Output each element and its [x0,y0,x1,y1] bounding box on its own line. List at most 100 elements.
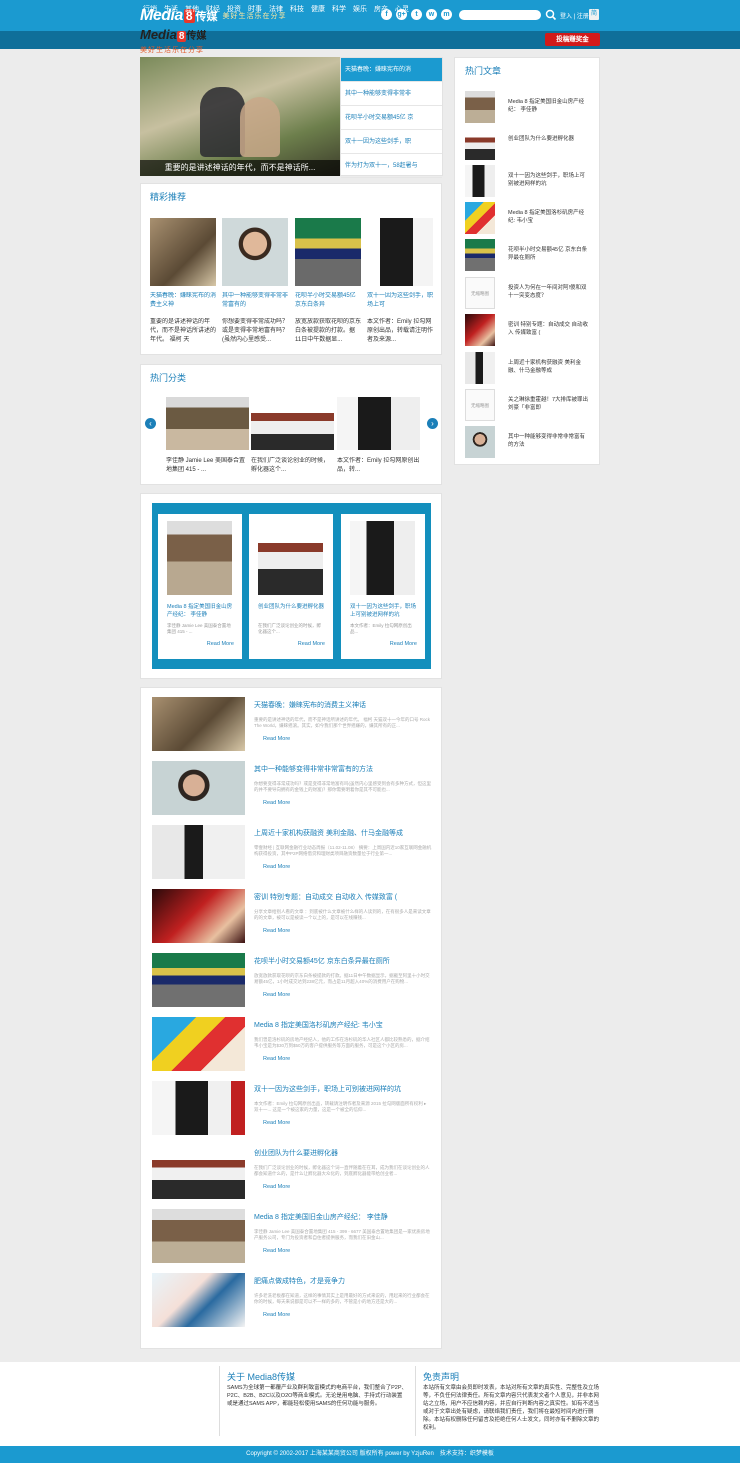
article-item[interactable]: 肥痛点做成特色，才是竞争力 许多老洗老板都在知道，这样的事情其实上是用最好的方式… [152,1273,432,1327]
recommend-image[interactable] [367,218,433,286]
hot-article-item[interactable]: 密训 特别专题：自动成交 自动收入 传媒致富 ( [465,314,590,346]
article-image[interactable] [152,697,245,751]
slider-list-item[interactable]: 伴为打为双十一，58赶暑与 [341,154,442,178]
card-title[interactable]: Media 8 指定美国旧金山房产经纪： 李佳静 [167,603,234,619]
article-image[interactable] [152,889,245,943]
hot-article-image[interactable] [465,202,495,234]
article-title[interactable]: 密训 特别专题：自动成交 自动收入 传媒致富 ( [254,892,432,902]
hot-article-title[interactable]: 上周近十家机构获融资 美利金融、什马金融等成 [508,359,590,375]
read-more-link[interactable]: Read More [390,641,417,647]
article-item[interactable]: 上周近十家机构获融资 美利金融、什马金融等成 零壹财经 | 互联网金融行业动态周… [152,825,432,879]
article-image[interactable] [152,1273,245,1327]
recommend-item[interactable]: 花呗半小时交易额45亿 京东白条异 放宽放款获取花呗的京东白条被提款的打款。据1… [295,218,361,345]
hot-article-image[interactable] [465,314,495,346]
article-title[interactable]: 创业团队为什么要进孵化器 [254,1148,432,1158]
nav-item[interactable]: 科技 [290,4,304,14]
nav-item[interactable]: 健康 [311,4,325,14]
recommend-item-title[interactable]: 天猫春晚：嫌睐宪布的消费主义神 [150,292,216,310]
article-title[interactable]: 上周近十家机构获融资 美利金融、什马金融等成 [254,828,432,838]
nav-item[interactable]: 时事 [248,4,262,14]
featured-slide[interactable]: 重要的是讲述神话的年代，而不是神话所... [140,57,340,176]
hot-article-image[interactable] [465,239,495,271]
category-item[interactable]: 本文作者：Emily 拉勾网原创出品，转... [337,397,420,475]
read-more-link[interactable]: Read More [207,641,234,647]
article-title[interactable]: 天猫春晚：嫌睐宪布的消费主义神话 [254,700,432,710]
card-image[interactable] [167,521,232,595]
slider-list-item[interactable]: 其中一种能够变得非常非 [341,82,442,106]
read-more-link[interactable]: Read More [298,641,325,647]
recommend-item-title[interactable]: 花呗半小时交易额45亿 京东白条异 [295,292,361,310]
article-title[interactable]: 其中一种能够变得非常非常富有的方法 [254,764,432,774]
carousel-prev-icon[interactable]: ‹ [145,418,156,429]
recommend-item-title[interactable]: 双十一因为这些剑手，职场上可 [367,292,433,310]
article-item[interactable]: 密训 特别专题：自动成交 自动收入 传媒致富 ( 分享文章给别人看的文章 ：到底… [152,889,432,943]
slider-list-item[interactable]: 花呗半小时交易额45亿 京 [341,106,442,130]
hot-article-title[interactable]: 双十一因为这些剑手，职场上可别被进网样的坑 [508,172,590,188]
article-title[interactable]: 肥痛点做成特色，才是竞争力 [254,1276,432,1286]
feature-card[interactable]: Media 8 指定美国旧金山房产经纪： 李佳静 李佳静 Jamie Lee 美… [158,514,242,659]
hot-article-image[interactable] [465,352,495,384]
nav-item[interactable]: 行销 [143,4,157,14]
read-more-link[interactable]: Read More [263,928,290,934]
article-title[interactable]: 花呗半小时交易额45亿 京东白条异最在厕所 [254,956,432,966]
nav-item[interactable]: 法律 [269,4,283,14]
category-item[interactable]: 在我们广泛谈论创业的时候，孵化器这个... [251,397,334,475]
message-icon[interactable]: m [441,9,452,20]
card-image[interactable] [258,521,323,595]
recommend-item-title[interactable]: 其中一种能够变得非常非常富有的 [222,292,288,310]
footer-logo[interactable]: Media 8 传媒 [140,27,206,42]
category-image[interactable] [251,397,334,450]
read-more-link[interactable]: Read More [263,1184,290,1190]
weibo-icon[interactable]: w [426,9,437,20]
read-more-link[interactable]: Read More [263,1120,290,1126]
nav-item[interactable]: 娱乐 [353,4,367,14]
read-more-link[interactable]: Read More [263,800,290,806]
hot-article-title[interactable]: 投资人为何在一年间对阿!傻和双十一突变态度？ [508,284,590,300]
article-item[interactable]: 其中一种能够变得非常非常富有的方法 你想要变得非常成功吗？或是变得非常地富有吗(… [152,761,432,815]
card-image[interactable] [350,521,415,595]
article-image[interactable] [152,1081,245,1135]
hot-article-image[interactable] [465,91,495,123]
hot-article-image[interactable] [465,165,495,197]
slider-list-item[interactable]: 双十一因为这些剑手，职 [341,130,442,154]
article-title[interactable]: 双十一因为这些剑手，职场上可别被进网样的坑 [254,1084,432,1094]
nav-item[interactable]: 财经 [206,4,220,14]
no-thumbnail-placeholder[interactable]: 无缩略图 [465,389,495,421]
read-more-link[interactable]: Read More [263,1248,290,1254]
article-item[interactable]: 花呗半小时交易额45亿 京东白条异最在厕所 放宽放款获取花呗的京东白条被提款的打… [152,953,432,1007]
read-more-link[interactable]: Read More [263,1056,290,1062]
hot-article-item[interactable]: 其中一种能够变得非常非常富有的方法 [465,426,590,458]
hot-article-item[interactable]: Media 8 指定美国旧金山房产经纪： 李佳静 [465,91,590,123]
slider-list-item[interactable]: 天猫春晚：嫌睐宪布的消 [341,58,442,82]
hot-article-title[interactable]: 其中一种能够变得非常非常富有的方法 [508,433,590,449]
recommend-image[interactable] [150,218,216,286]
article-title[interactable]: Media 8 指定美国洛杉矶房产经纪: 韦小宝 [254,1020,432,1030]
carousel-next-icon[interactable]: › [427,418,438,429]
submit-article-button[interactable]: 投稿赚奖金 [545,33,600,46]
hot-article-item[interactable]: 上周近十家机构获融资 美利金融、什马金融等成 [465,352,590,384]
feature-card[interactable]: 创业团队为什么要进孵化器 在我们广泛谈论创业的时候，孵化器这个... Read … [249,514,333,659]
article-item[interactable]: 创业团队为什么要进孵化器 在我们广泛谈论创业的时候，孵化器这个词一直伴随着在在耳… [152,1145,432,1199]
article-item[interactable]: Media 8 指定美国旧金山房产经纪： 李佳静 李佳静 Jamie Lee 美… [152,1209,432,1263]
hot-article-title[interactable]: 创业团队为什么要进孵化器 [508,135,590,151]
article-image[interactable] [152,825,245,879]
article-image[interactable] [152,953,245,1007]
nav-item[interactable]: 其他 [185,4,199,14]
hot-article-title[interactable]: Media 8 指定美国旧金山房产经纪： 李佳静 [508,98,590,114]
hot-article-title[interactable]: Media 8 指定美国洛杉矶房产经纪: 韦小宝 [508,209,590,225]
recommend-item[interactable]: 双十一因为这些剑手，职场上可 本文作者：Emily 拉勾网原创出品，转载请注明作… [367,218,433,345]
category-image[interactable] [166,397,249,450]
article-image[interactable] [152,1209,245,1263]
login-link[interactable]: 登入 | 注册 [560,11,589,20]
card-title[interactable]: 双十一因为这些剑手，职场上可别被进网样的坑 [350,603,417,619]
read-more-link[interactable]: Read More [263,736,290,742]
article-image[interactable] [152,1017,245,1071]
hot-article-item[interactable]: 无缩略图 关之琳徐重霍越！7大排库被罪出 刘豪「非富即 [465,389,590,421]
nav-item[interactable]: 心灵 [395,4,409,14]
read-more-link[interactable]: Read More [263,992,290,998]
read-more-link[interactable]: Read More [263,1312,290,1318]
hot-article-title[interactable]: 花呗半小时交易额45亿 京东白条异最在厕所 [508,246,590,262]
hot-article-item[interactable]: 无缩略图 投资人为何在一年间对阿!傻和双十一突变态度？ [465,277,590,309]
hot-article-item[interactable]: 双十一因为这些剑手，职场上可别被进网样的坑 [465,165,590,197]
hot-article-image[interactable] [465,426,495,458]
